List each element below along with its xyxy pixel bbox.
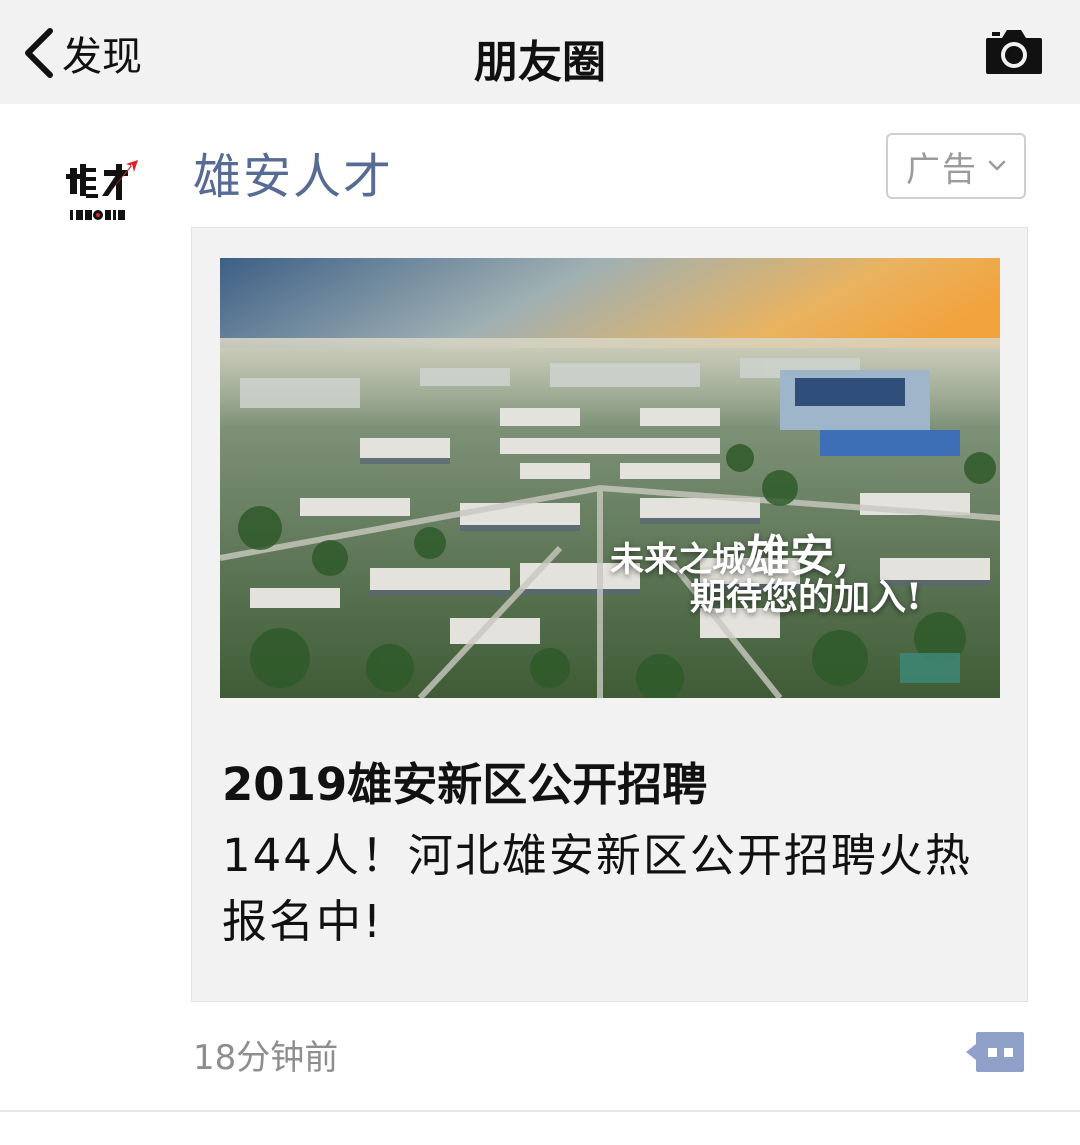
- post-timestamp: 18分钟前: [193, 1038, 339, 1078]
- author-avatar[interactable]: [56, 140, 148, 232]
- ad-label: 广告: [906, 149, 978, 190]
- comment-button[interactable]: [964, 1030, 1026, 1074]
- post-divider: [0, 1110, 1080, 1112]
- ad-tag-button[interactable]: 广告: [886, 133, 1026, 199]
- ad-summary: 144人！河北雄安新区公开招聘火热报名中!: [222, 829, 972, 948]
- ad-image: 未来之城雄安, 期待您的加入!: [220, 258, 1000, 698]
- page-title: 朋友圈: [474, 37, 606, 88]
- chevron-down-icon: [978, 160, 1006, 172]
- comment-icon: [964, 1030, 1026, 1074]
- ad-card[interactable]: 未来之城雄安, 期待您的加入! 2019雄安新区公开招聘 144人！河北雄安新区…: [191, 227, 1028, 1002]
- camera-button[interactable]: [984, 26, 1044, 76]
- image-caption-line-2: 期待您的加入!: [690, 576, 922, 618]
- author-name[interactable]: 雄安人才: [193, 137, 393, 207]
- camera-icon: [984, 26, 1044, 76]
- nav-bar: 发现 朋友圈: [0, 0, 1080, 104]
- ad-headline: 2019雄安新区公开招聘: [222, 758, 708, 811]
